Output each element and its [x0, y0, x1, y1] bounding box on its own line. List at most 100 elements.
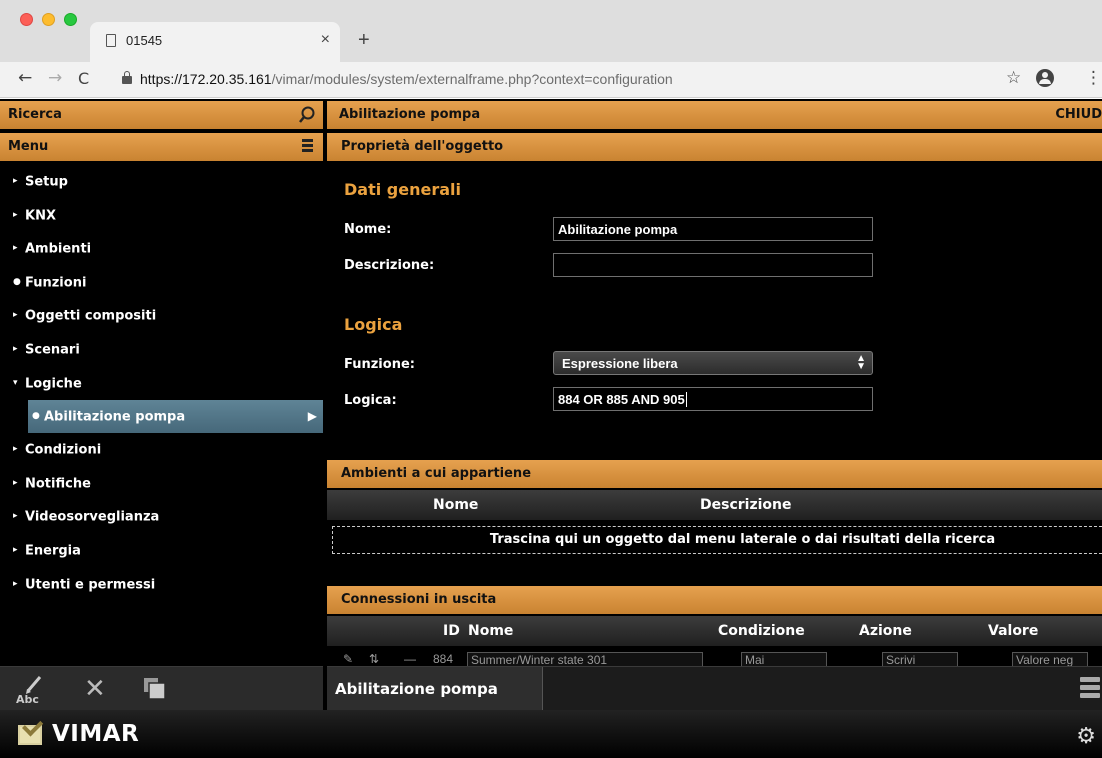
- edit-pencil-icon[interactable]: ✎: [343, 652, 353, 666]
- open-object-tab[interactable]: Abilitazione pompa: [327, 667, 543, 711]
- sidebar-item-label: Oggetti compositi: [25, 308, 157, 324]
- sidebar-item-label: Energia: [25, 543, 81, 559]
- select-caret-icon: ▲ ▼: [856, 353, 866, 372]
- account-icon[interactable]: [1036, 69, 1054, 87]
- function-select[interactable]: Espressione libera ▲ ▼: [553, 351, 873, 375]
- sidebar-item-ambienti[interactable]: ▸ Ambienti: [0, 232, 323, 266]
- sidebar-item-label: Condizioni: [25, 442, 102, 458]
- tab-close-icon[interactable]: ×: [321, 31, 330, 49]
- column-header-nome[interactable]: Nome: [468, 623, 513, 639]
- description-field[interactable]: [553, 253, 873, 277]
- sidebar-item-videosorveglianza[interactable]: ▸ Videosorveglianza: [0, 500, 323, 534]
- close-button[interactable]: CHIUD: [1055, 107, 1102, 122]
- function-label: Funzione:: [344, 357, 415, 372]
- window-zoom-button[interactable]: [64, 13, 77, 26]
- search-icon[interactable]: [299, 105, 315, 125]
- properties-section-header[interactable]: Proprietà dell'oggetto: [327, 133, 1102, 161]
- window-close-button[interactable]: [20, 13, 33, 26]
- logic-heading: Logica: [344, 315, 403, 334]
- table-row[interactable]: ✎ ⇅ — 884 Summer/Winter state 301 Mai Sc…: [327, 650, 1102, 666]
- page-title: Abilitazione pompa: [339, 107, 481, 122]
- general-data-heading: Dati generali: [344, 180, 461, 199]
- expand-triangle-icon: ▸: [13, 511, 18, 522]
- sidebar-item-utenti-e-permessi[interactable]: ▸ Utenti e permessi: [0, 568, 323, 602]
- sidebar-item-label: Videosorveglianza: [25, 509, 160, 525]
- menu-bar[interactable]: Menu: [0, 133, 323, 161]
- sidebar-item-condizioni[interactable]: ▸ Condizioni: [0, 433, 323, 467]
- connection-value[interactable]: Valore neg: [1012, 652, 1088, 666]
- connection-condition[interactable]: Mai: [741, 652, 827, 666]
- open-object-tab-label: Abilitazione pompa: [335, 680, 498, 698]
- panel-menu-icon[interactable]: [1080, 677, 1100, 701]
- sidebar-item-funzioni[interactable]: ● Funzioni: [0, 266, 323, 300]
- expand-triangle-icon: ▸: [13, 477, 18, 488]
- rooms-section-header[interactable]: Ambienti a cui appartiene: [327, 460, 1102, 488]
- sidebar-item-scenari[interactable]: ▸ Scenari: [0, 333, 323, 367]
- column-header-descrizione[interactable]: Descrizione: [700, 497, 791, 513]
- browser-tab[interactable]: 01545 ×: [90, 22, 340, 62]
- expand-triangle-icon: ▸: [13, 310, 18, 321]
- browser-tab-bar: 01545 × +: [0, 0, 1102, 62]
- section-title: Proprietà dell'oggetto: [341, 139, 504, 154]
- sidebar-item-abilitazione-pompa[interactable]: ● Abilitazione pompa ▶: [28, 400, 323, 434]
- reload-icon[interactable]: C: [78, 69, 89, 88]
- main-footer: Abilitazione pompa: [327, 666, 1102, 711]
- search-label: Ricerca: [8, 107, 62, 122]
- column-header-azione[interactable]: Azione: [859, 623, 912, 639]
- new-tab-button[interactable]: +: [358, 29, 370, 52]
- url-path: /vimar/modules/system/externalframe.php?…: [271, 71, 673, 87]
- sidebar-item-setup[interactable]: ▸ Setup: [0, 165, 323, 199]
- sidebar-item-oggetti-compositi[interactable]: ▸ Oggetti compositi: [0, 299, 323, 333]
- logic-field[interactable]: 884 OR 885 AND 905: [553, 387, 873, 411]
- name-label: Nome:: [344, 222, 392, 237]
- menu-label: Menu: [8, 139, 49, 154]
- expand-triangle-icon: ▸: [13, 578, 18, 589]
- search-bar[interactable]: Ricerca: [0, 101, 323, 129]
- column-header-id[interactable]: ID: [443, 623, 460, 639]
- lock-icon[interactable]: [122, 71, 132, 84]
- column-header-condizione[interactable]: Condizione: [718, 623, 805, 639]
- sidebar-item-knx[interactable]: ▸ KNX: [0, 199, 323, 233]
- bullet-icon: ●: [13, 276, 21, 287]
- vimar-logo-icon: [18, 725, 42, 745]
- object-title-bar: Abilitazione pompa CHIUD: [327, 101, 1102, 129]
- reorder-icon[interactable]: ⇅: [369, 652, 379, 666]
- sidebar-item-label: Notifiche: [25, 476, 91, 492]
- sidebar: Ricerca Menu ▸ Setup ▸ KNX ▸ Ambienti ● Funz…: [0, 99, 323, 710]
- connection-action[interactable]: Scrivi: [882, 652, 958, 666]
- play-arrow-icon[interactable]: ▶: [308, 400, 317, 434]
- column-header-valore[interactable]: Valore: [988, 623, 1038, 639]
- window-minimize-button[interactable]: [42, 13, 55, 26]
- hamburger-icon[interactable]: [302, 139, 313, 153]
- sidebar-item-label: Logiche: [25, 375, 82, 391]
- connection-id: 884: [433, 652, 454, 666]
- connection-name[interactable]: Summer/Winter state 301: [467, 652, 703, 666]
- expand-triangle-icon: ▸: [13, 243, 18, 254]
- expand-triangle-icon: ▸: [13, 343, 18, 354]
- browser-menu-icon[interactable]: ⋮: [1085, 68, 1102, 88]
- duplicate-icon[interactable]: [143, 677, 167, 701]
- sidebar-item-label: Scenari: [25, 342, 80, 358]
- description-label: Descrizione:: [344, 258, 435, 273]
- connections-table-header: ID Nome Condizione Azione Valore: [327, 616, 1102, 646]
- column-header-nome[interactable]: Nome: [433, 497, 478, 513]
- forward-arrow-icon[interactable]: →: [48, 68, 62, 88]
- sidebar-menu: ▸ Setup ▸ KNX ▸ Ambienti ● Funzioni ▸ Oggetti…: [0, 165, 323, 601]
- delete-x-icon[interactable]: ✕: [84, 674, 106, 704]
- name-field[interactable]: Abilitazione pompa: [553, 217, 873, 241]
- bookmark-star-icon[interactable]: ☆: [1006, 68, 1021, 88]
- address-bar[interactable]: https://172.20.35.161/vimar/modules/syst…: [140, 71, 673, 87]
- remove-minus-icon[interactable]: —: [404, 652, 416, 666]
- brand-bar: VIMAR ⚙: [0, 710, 1102, 758]
- back-arrow-icon[interactable]: ←: [18, 68, 32, 88]
- logic-field-value: 884 OR 885 AND 905: [558, 392, 685, 407]
- gear-icon[interactable]: ⚙: [1076, 724, 1096, 749]
- connections-section-header[interactable]: Connessioni in uscita: [327, 586, 1102, 614]
- rooms-dropzone[interactable]: Trascina qui un oggetto dal menu lateral…: [332, 526, 1102, 554]
- browser-toolbar: ← → C https://172.20.35.161/vimar/module…: [0, 62, 1102, 98]
- collapse-triangle-icon: ▾: [13, 377, 18, 388]
- sidebar-item-energia[interactable]: ▸ Energia: [0, 534, 323, 568]
- rename-icon[interactable]: Abc: [14, 673, 48, 705]
- sidebar-item-logiche[interactable]: ▾ Logiche: [0, 367, 323, 401]
- sidebar-item-notifiche[interactable]: ▸ Notifiche: [0, 467, 323, 501]
